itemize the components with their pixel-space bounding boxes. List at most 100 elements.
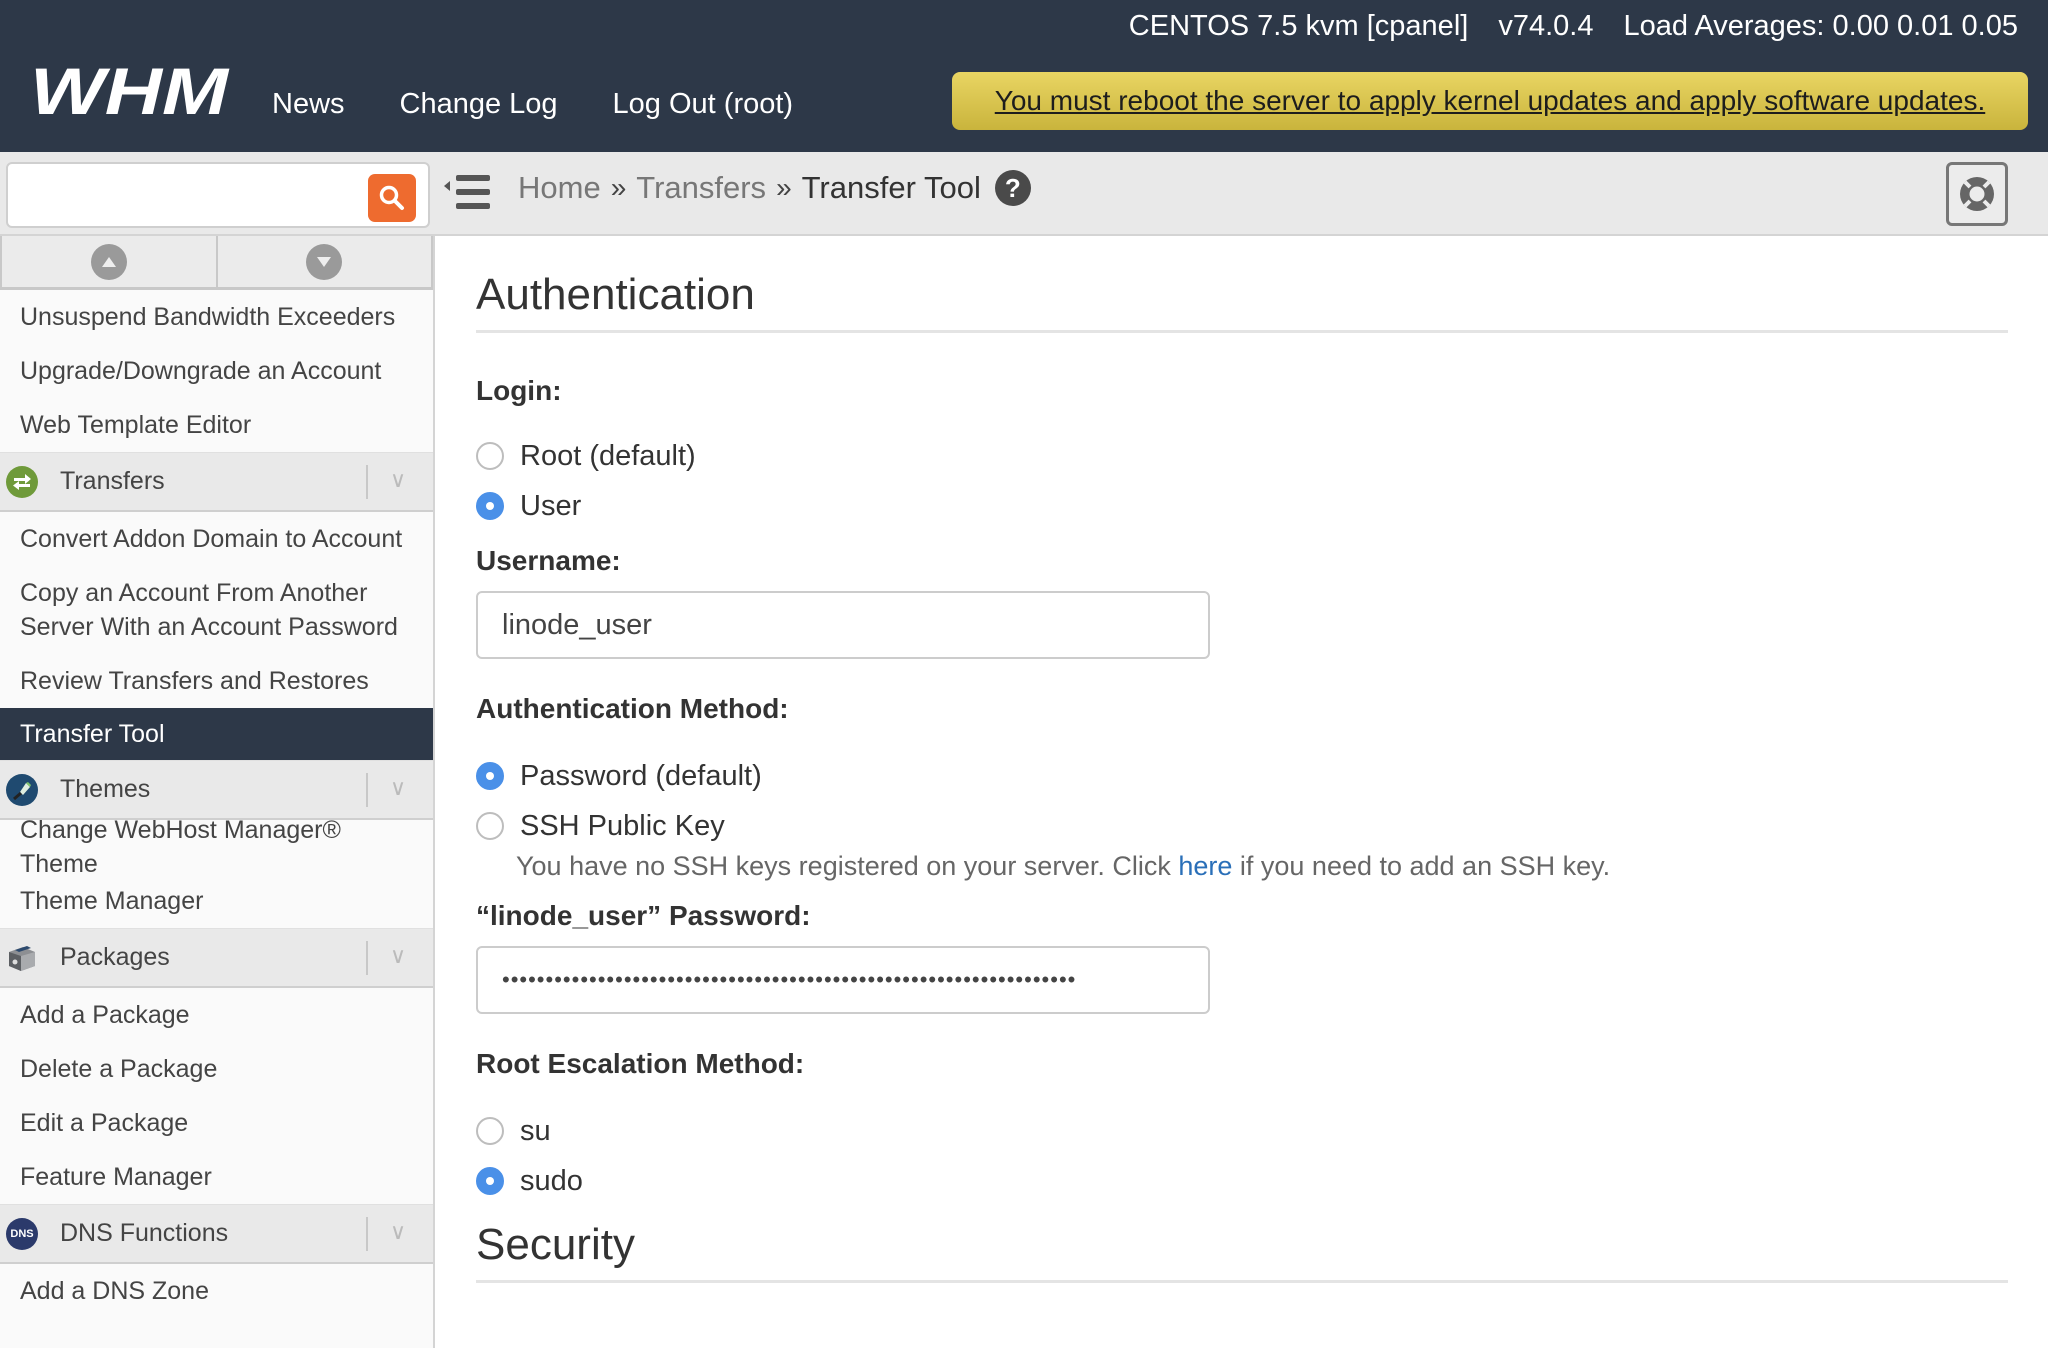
sidebar-item-feature-manager[interactable]: Feature Manager: [0, 1150, 433, 1204]
chevron-down-icon[interactable]: ∨: [390, 1219, 406, 1245]
sidebar-item-delete-package[interactable]: Delete a Package: [0, 1042, 433, 1096]
sidebar-scroll-controls: [0, 236, 433, 290]
radio-su[interactable]: [476, 1117, 504, 1145]
group-label: DNS Functions: [60, 1219, 229, 1247]
sidebar: Unsuspend Bandwidth Exceeders Upgrade/Do…: [0, 236, 435, 1348]
radio-user[interactable]: [476, 492, 504, 520]
load-averages: Load Averages: 0.00 0.01 0.05: [1623, 10, 2018, 42]
section-title-security: Security: [476, 1206, 2008, 1283]
sidebar-group-themes[interactable]: Themes ∨: [0, 760, 433, 820]
search-box: [6, 162, 430, 228]
username-label: Username:: [476, 545, 621, 576]
sidebar-group-dns-functions[interactable]: DNS DNS Functions ∨: [0, 1204, 433, 1264]
breadcrumb-transfers[interactable]: Transfers: [636, 170, 766, 206]
scroll-up-button[interactable]: [0, 236, 218, 287]
sidebar-item-add-package[interactable]: Add a Package: [0, 988, 433, 1042]
sidebar-item-review-transfers[interactable]: Review Transfers and Restores: [0, 654, 433, 708]
sidebar-group-packages[interactable]: Packages ∨: [0, 928, 433, 988]
radio-label: Password (default): [520, 759, 762, 792]
breadcrumb: Home » Transfers » Transfer Tool ?: [518, 170, 1031, 206]
login-radio-group: Root (default) User: [476, 431, 2008, 531]
auth-method-label: Authentication Method:: [476, 693, 789, 724]
question-circle-icon[interactable]: ?: [994, 170, 1031, 206]
add-ssh-key-link[interactable]: here: [1178, 851, 1232, 881]
radio-password[interactable]: [476, 762, 504, 790]
sidebar-item-unsuspend-bandwidth[interactable]: Unsuspend Bandwidth Exceeders: [0, 290, 433, 344]
group-label: Packages: [60, 943, 170, 971]
collapse-sidebar-button[interactable]: [444, 172, 494, 214]
chevron-down-icon[interactable]: ∨: [390, 775, 406, 801]
password-label: “linode_user” Password:: [476, 900, 811, 931]
divider: [366, 1217, 368, 1251]
os-info: CENTOS 7.5 kvm [cpanel]: [1128, 10, 1469, 42]
nav-news-link[interactable]: News: [272, 88, 345, 121]
auth-option-ssh-key[interactable]: SSH Public Key: [476, 801, 2008, 851]
breadcrumb-home[interactable]: Home: [518, 170, 601, 206]
search-input[interactable]: [16, 172, 366, 218]
search-button[interactable]: [368, 174, 416, 222]
breadcrumb-separator: »: [776, 172, 792, 203]
sidebar-item-change-whm-theme[interactable]: Change WebHost Manager® Theme: [0, 816, 433, 878]
version-info: v74.0.4: [1498, 10, 1594, 42]
escalation-option-sudo[interactable]: sudo: [476, 1156, 2008, 1206]
auth-method-radio-group: Password (default) SSH Public Key You ha…: [476, 751, 2008, 882]
divider: [366, 941, 368, 975]
sidebar-item-convert-addon-domain[interactable]: Convert Addon Domain to Account: [0, 512, 433, 566]
username-input[interactable]: [476, 591, 1210, 659]
whm-logo[interactable]: WHM: [30, 62, 230, 122]
nav-changelog-link[interactable]: Change Log: [400, 88, 558, 121]
sidebar-item-web-template-editor[interactable]: Web Template Editor: [0, 398, 433, 452]
svg-text:WHM: WHM: [30, 62, 230, 122]
auth-option-password[interactable]: Password (default): [476, 751, 2008, 801]
section-title-authentication: Authentication: [476, 236, 2008, 333]
hint-text: You have no SSH keys registered on your …: [516, 851, 1179, 881]
radio-label: su: [520, 1114, 551, 1147]
breadcrumb-current: Transfer Tool: [801, 170, 981, 205]
sidebar-item-upgrade-downgrade[interactable]: Upgrade/Downgrade an Account: [0, 344, 433, 398]
radio-label: SSH Public Key: [520, 809, 725, 842]
main-content: Authentication Login: Root (default) Use…: [476, 236, 2008, 1283]
chevron-down-icon[interactable]: ∨: [390, 943, 406, 969]
transfers-icon: [6, 465, 38, 498]
hint-text: if you need to add an SSH key.: [1232, 851, 1611, 881]
radio-ssh-key[interactable]: [476, 812, 504, 840]
packages-icon: [6, 942, 38, 974]
top-nav: News Change Log Log Out (root): [272, 88, 793, 121]
root-escalation-label: Root Escalation Method:: [476, 1048, 805, 1079]
divider: [366, 773, 368, 807]
arrow-down-icon: [306, 243, 343, 280]
sidebar-item-add-dns-zone[interactable]: Add a DNS Zone: [0, 1264, 433, 1318]
sidebar-item-copy-account[interactable]: Copy an Account From Another Server With…: [0, 566, 420, 654]
support-button[interactable]: [1946, 162, 2008, 226]
login-label: Login:: [476, 375, 562, 406]
sidebar-item-theme-manager[interactable]: Theme Manager: [0, 874, 433, 928]
radio-label: Root (default): [520, 439, 696, 472]
group-label: Transfers: [60, 467, 165, 495]
root-escalation-radio-group: su sudo: [476, 1106, 2008, 1206]
login-option-user[interactable]: User: [476, 481, 2008, 531]
radio-label: sudo: [520, 1164, 583, 1197]
sidebar-item-transfer-tool[interactable]: Transfer Tool: [0, 708, 433, 760]
radio-label: User: [520, 489, 582, 522]
life-ring-icon: [1960, 177, 1994, 211]
breadcrumb-separator: »: [610, 172, 627, 203]
themes-icon: [6, 773, 38, 806]
divider: [366, 465, 368, 499]
escalation-option-su[interactable]: su: [476, 1106, 2008, 1156]
reboot-notice-link[interactable]: You must reboot the server to apply kern…: [995, 85, 1985, 117]
system-info: CENTOS 7.5 kvm [cpanel] v74.0.4 Load Ave…: [1129, 10, 2018, 43]
chevron-down-icon[interactable]: ∨: [390, 467, 406, 493]
password-input[interactable]: [476, 946, 1210, 1014]
nav-logout-link[interactable]: Log Out (root): [613, 88, 794, 121]
sidebar-item-edit-package[interactable]: Edit a Package: [0, 1096, 433, 1150]
radio-sudo[interactable]: [476, 1167, 504, 1195]
login-option-root[interactable]: Root (default): [476, 431, 2008, 481]
sidebar-group-transfers[interactable]: Transfers ∨: [0, 452, 433, 512]
arrow-up-icon: [90, 243, 127, 280]
breadcrumb-bar: Home » Transfers » Transfer Tool ?: [0, 152, 2048, 236]
scroll-down-button[interactable]: [217, 236, 433, 287]
reboot-notice-banner: You must reboot the server to apply kern…: [952, 72, 2028, 130]
radio-root[interactable]: [476, 442, 504, 470]
group-label: Themes: [60, 775, 151, 803]
ssh-key-hint: You have no SSH keys registered on your …: [516, 851, 2008, 882]
